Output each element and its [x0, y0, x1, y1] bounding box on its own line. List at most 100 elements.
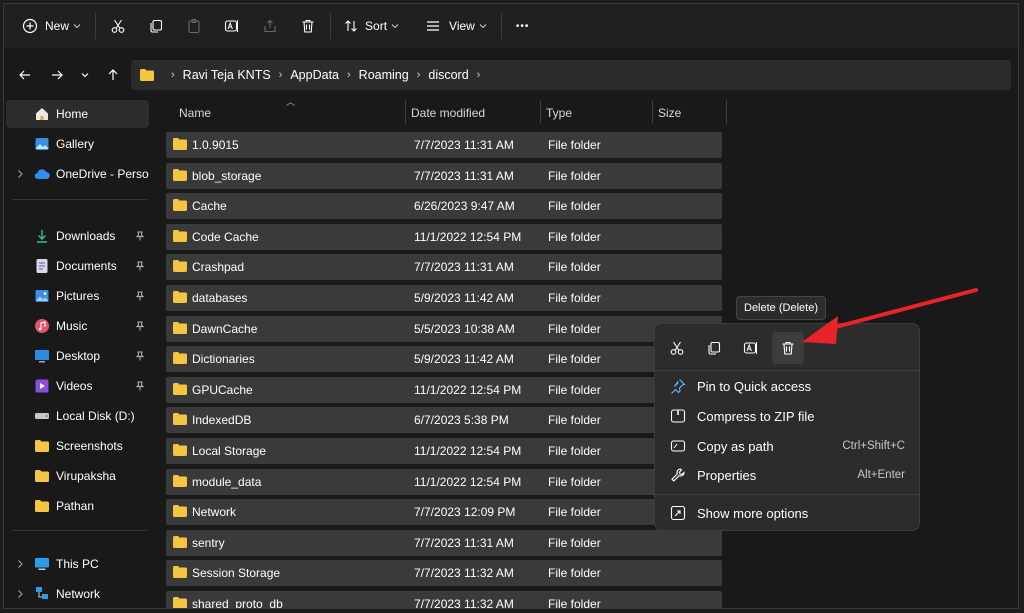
file-name: Local Storage — [192, 444, 267, 458]
plus-circle-icon — [22, 18, 38, 34]
column-header-type[interactable]: Type — [546, 106, 572, 120]
sidebar-item-gallery[interactable]: Gallery — [6, 130, 149, 158]
command-bar: New Sort View ••• — [4, 4, 1018, 48]
column-header-name[interactable]: Name — [179, 106, 211, 120]
sidebar-item-onedrive[interactable]: OneDrive - Persona — [6, 160, 149, 188]
column-divider[interactable] — [652, 100, 653, 124]
breadcrumb-item[interactable]: Roaming — [359, 68, 409, 82]
file-row[interactable]: Local Storage 11/1/2022 12:54 PM File fold… — [166, 438, 722, 464]
file-row[interactable]: Network 7/7/2023 12:09 PM File folder — [166, 499, 722, 526]
chevron-down-icon — [80, 70, 90, 80]
view-list-icon — [425, 18, 441, 34]
share-button[interactable] — [262, 11, 278, 41]
cut-button[interactable] — [110, 11, 126, 41]
chevron-down-icon — [73, 22, 81, 30]
copy-button[interactable] — [148, 11, 164, 41]
sidebar-item-home[interactable]: Home — [6, 100, 149, 128]
sidebar-item-downloads[interactable]: Downloads — [6, 222, 149, 250]
paste-button[interactable] — [186, 11, 202, 41]
sidebar-item-music[interactable]: Music — [6, 312, 149, 340]
sort-button[interactable]: Sort — [343, 11, 399, 41]
context-cut-button[interactable] — [661, 332, 693, 364]
clipboard-icon — [186, 18, 202, 34]
column-header-date[interactable]: Date modified — [411, 106, 485, 120]
folder-icon — [172, 535, 188, 549]
file-list: ︿ Name Date modified Type Size 1.0.9015 7… — [166, 97, 727, 609]
file-row[interactable]: Session Storage 7/7/2023 11:32 AM File fol… — [166, 560, 722, 587]
chevron-right-icon — [16, 558, 24, 572]
file-type: File folder — [548, 597, 601, 609]
context-item-pin-quick-access[interactable]: Pin to Quick access — [655, 372, 919, 400]
desktop-icon — [34, 348, 50, 364]
sidebar-item-network[interactable]: Network — [6, 580, 149, 608]
sidebar-item-screenshots[interactable]: Screenshots — [6, 432, 149, 460]
file-type: File folder — [548, 444, 601, 458]
sidebar-item-documents[interactable]: Documents — [6, 252, 149, 280]
file-type: File folder — [548, 413, 601, 428]
pin-icon — [135, 230, 145, 244]
file-row[interactable]: IndexedDB 6/7/2023 5:38 PM File folder — [166, 407, 722, 434]
forward-button[interactable] — [42, 60, 72, 90]
chevron-right-icon — [16, 588, 24, 602]
breadcrumb-item[interactable]: AppData — [290, 68, 339, 82]
chevron-right-icon — [16, 168, 24, 182]
folder-icon — [139, 68, 155, 82]
delete-toolbar-button[interactable] — [300, 11, 316, 41]
folder-icon — [172, 565, 188, 579]
breadcrumb-item[interactable]: discord — [428, 68, 468, 82]
up-button[interactable] — [98, 60, 128, 90]
pin-icon — [669, 378, 687, 394]
file-row[interactable]: Cache 6/26/2023 9:47 AM File folder — [166, 193, 722, 220]
column-divider[interactable] — [726, 100, 727, 124]
breadcrumb-item[interactable]: Ravi Teja KNTS — [183, 68, 271, 82]
file-row[interactable]: module_data 11/1/2022 12:54 PM File folder — [166, 468, 722, 495]
file-row[interactable]: Dictionaries 5/9/2023 11:42 AM File folder — [166, 346, 722, 373]
folder-icon — [172, 351, 188, 365]
context-item-show-more-options[interactable]: Show more options — [655, 499, 919, 527]
sidebar-item-this-pc[interactable]: This PC — [6, 550, 149, 578]
file-date-modified: 7/7/2023 12:09 PM — [414, 505, 516, 520]
file-row[interactable]: shared_proto_db 7/7/2023 11:32 AM File fol… — [166, 591, 722, 609]
file-row[interactable]: Crashpad 7/7/2023 11:31 AM File folder — [166, 254, 722, 281]
file-row[interactable]: sentry 7/7/2023 11:31 AM File folder — [166, 529, 722, 556]
file-row[interactable]: GPUCache 11/1/2022 12:54 PM File folder — [166, 376, 722, 403]
file-type: File folder — [548, 505, 601, 520]
sidebar-item-pathan[interactable]: Pathan — [6, 492, 149, 520]
sidebar-item-local-disk[interactable]: Local Disk (D:) — [6, 402, 149, 430]
more-label: ••• — [515, 20, 530, 32]
context-item-copy-as-path[interactable]: Copy as path Ctrl+Shift+C — [655, 432, 919, 460]
share-icon — [262, 18, 278, 34]
file-type: File folder — [548, 566, 601, 581]
sidebar-item-desktop[interactable]: Desktop — [6, 342, 149, 370]
new-button[interactable]: New — [22, 11, 81, 41]
rename-button[interactable] — [224, 11, 240, 41]
sort-up-icon: ︿ — [286, 97, 296, 107]
address-bar[interactable]: › Ravi Teja KNTS › AppData › Roaming › d… — [131, 60, 1011, 90]
more-button[interactable]: ••• — [516, 11, 530, 41]
breadcrumb-separator: › — [416, 69, 421, 81]
file-row[interactable]: databases 5/9/2023 11:42 AM File folder — [166, 285, 722, 311]
context-item-properties[interactable]: Properties Alt+Enter — [655, 461, 919, 489]
file-date-modified: 6/26/2023 9:47 AM — [414, 199, 515, 214]
sidebar-item-virupaksha[interactable]: Virupaksha — [6, 462, 149, 490]
recent-locations-button[interactable] — [70, 60, 100, 90]
file-type: File folder — [548, 382, 601, 397]
back-button[interactable] — [10, 60, 40, 90]
column-header-size[interactable]: Size — [658, 106, 681, 120]
sidebar-item-pictures[interactable]: Pictures — [6, 282, 149, 310]
sidebar-item-videos[interactable]: Videos — [6, 372, 149, 400]
file-row[interactable]: blob_storage 7/7/2023 11:31 AM File folder — [166, 162, 722, 189]
view-button[interactable]: View — [425, 11, 487, 41]
context-rename-button[interactable] — [735, 332, 767, 364]
sidebar-item-label: Screenshots — [56, 439, 123, 453]
column-divider[interactable] — [540, 100, 541, 124]
file-row[interactable]: DawnCache 5/5/2023 10:38 AM File folder — [166, 315, 722, 342]
file-row[interactable]: Code Cache 11/1/2022 12:54 PM File folder — [166, 223, 722, 250]
context-copy-button[interactable] — [698, 332, 730, 364]
column-divider[interactable] — [405, 100, 406, 124]
context-item-compress-zip[interactable]: Compress to ZIP file — [655, 402, 919, 430]
file-date-modified: 7/7/2023 11:32 AM — [414, 566, 514, 581]
sidebar-item-label: Gallery — [56, 137, 95, 151]
context-item-shortcut: Alt+Enter — [857, 469, 905, 481]
file-row[interactable]: 1.0.9015 7/7/2023 11:31 AM File folder — [166, 132, 722, 158]
